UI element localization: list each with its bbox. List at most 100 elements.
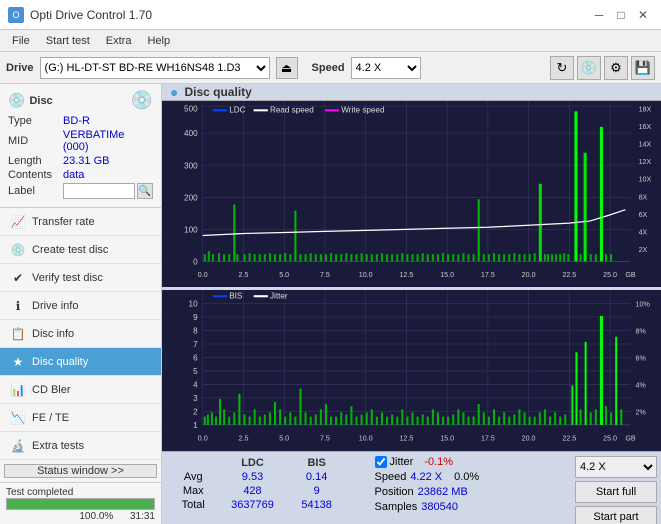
max-label: Max [170,484,216,498]
svg-text:10: 10 [189,300,198,309]
samples-val: 380540 [421,501,458,513]
chart-header-title: Disc quality [184,85,251,99]
svg-text:0: 0 [193,257,198,266]
disc-label-icon-btn[interactable]: 🔍 [137,183,153,199]
avg-label: Avg [170,470,216,484]
speed-label: Speed [312,62,345,74]
svg-text:7.5: 7.5 [320,271,330,279]
refresh-icon-btn[interactable]: ↻ [550,56,574,80]
menu-extra[interactable]: Extra [98,33,140,49]
menu-help[interactable]: Help [139,33,178,49]
nav-cd-bler[interactable]: 📊 CD Bler [0,376,161,404]
drive-select[interactable]: (G:) HL-DT-ST BD-RE WH16NS48 1.D3 [40,57,270,79]
nav-create-test-disc[interactable]: 💿 Create test disc [0,236,161,264]
svg-text:7: 7 [193,340,198,349]
disc-label-row: Label 🔍 [8,183,153,199]
nav-transfer-rate[interactable]: 📈 Transfer rate [0,208,161,236]
titlebar: O Opti Drive Control 1.70 ─ □ ✕ [0,0,661,30]
disc-panel-header: 💿 Disc 💿 [8,90,153,111]
jitter-check-row: Jitter -0.1% [375,456,566,468]
jitter-label: Jitter [390,456,414,468]
svg-text:17.5: 17.5 [481,271,495,279]
svg-text:2: 2 [193,408,198,417]
svg-text:4X: 4X [639,228,648,236]
nav-verify-test-disc[interactable]: ✔ Verify test disc [0,264,161,292]
jitter-max-val: 0.0% [454,471,479,483]
menu-file[interactable]: File [4,33,38,49]
start-part-button[interactable]: Start part [575,506,657,524]
sidebar: 💿 Disc 💿 Type BD-R MID VERBATIMe (000) L… [0,84,162,524]
svg-text:8: 8 [193,327,198,336]
disc-info-icon: 📋 [10,326,26,342]
svg-text:0.0: 0.0 [198,271,208,279]
nav-disc-quality-label: Disc quality [32,356,88,368]
svg-text:20.0: 20.0 [522,271,536,279]
progress-area: Test completed 100.0% 31:31 [0,482,161,524]
progress-time: 31:31 [130,511,155,522]
svg-text:GB: GB [625,271,635,279]
svg-text:500: 500 [184,104,198,113]
speed-select[interactable]: 4.2 X [351,57,421,79]
svg-text:6X: 6X [639,211,648,219]
contents-value: data [63,169,84,181]
create-test-disc-icon: 💿 [10,242,26,258]
svg-text:5: 5 [193,367,198,376]
svg-text:2.5: 2.5 [239,434,249,443]
svg-text:5.0: 5.0 [279,271,289,279]
svg-text:16X: 16X [639,123,652,131]
svg-text:17.5: 17.5 [481,434,495,443]
disc-icon-btn[interactable]: 💿 [577,56,601,80]
svg-text:22.5: 22.5 [562,434,576,443]
extra-tests-icon: 🔬 [10,438,26,454]
speed-select-2[interactable]: 4.2 X [575,456,657,478]
svg-text:12X: 12X [639,158,652,166]
pos-label: Position [375,486,414,498]
svg-text:BIS: BIS [229,292,243,301]
save-icon-btn[interactable]: 💾 [631,56,655,80]
col-header-ldc: LDC [216,456,288,470]
top-chart-svg: 0 100 200 300 400 500 18X 16X 14X 12X 10… [162,101,661,287]
svg-text:6: 6 [193,354,198,363]
svg-text:GB: GB [625,434,635,443]
svg-text:15.0: 15.0 [440,271,454,279]
nav-drive-info[interactable]: ℹ Drive info [0,292,161,320]
nav-disc-info-label: Disc info [32,328,74,340]
svg-text:0.0: 0.0 [198,434,208,443]
avg-ldc: 9.53 [216,470,288,484]
start-full-button[interactable]: Start full [575,481,657,503]
disc-label-input[interactable] [63,183,135,199]
stats-total-row: Total 3637769 54138 [170,498,361,512]
eject-button[interactable]: ⏏ [276,57,298,79]
nav-transfer-rate-label: Transfer rate [32,216,95,228]
nav-disc-quality[interactable]: ★ Disc quality [0,348,161,376]
nav-fe-te[interactable]: 📉 FE / TE [0,404,161,432]
nav-extra-tests-label: Extra tests [32,440,84,452]
menu-start-test[interactable]: Start test [38,33,98,49]
pos-val: 23862 MB [418,486,468,498]
avg-empty [345,470,361,484]
length-value: 23.31 GB [63,155,109,167]
total-ldc: 3637769 [216,498,288,512]
disc-length-row: Length 23.31 GB [8,155,153,167]
nav-extra-tests[interactable]: 🔬 Extra tests [0,432,161,460]
disc-type-row: Type BD-R [8,115,153,127]
maximize-button[interactable]: □ [611,6,631,24]
nav-cd-bler-label: CD Bler [32,384,71,396]
samples-label: Samples [375,501,418,513]
speed-info-val: 4.22 X [410,471,442,483]
svg-text:400: 400 [184,129,198,138]
status-window-button[interactable]: Status window >> [4,464,157,478]
svg-text:5.0: 5.0 [279,434,289,443]
titlebar-left: O Opti Drive Control 1.70 [8,7,152,23]
settings-icon-btn[interactable]: ⚙ [604,56,628,80]
nav-disc-info[interactable]: 📋 Disc info [0,320,161,348]
minimize-button[interactable]: ─ [589,6,609,24]
nav-items: 📈 Transfer rate 💿 Create test disc ✔ Ver… [0,208,161,460]
svg-text:Jitter: Jitter [270,292,288,301]
nav-fe-te-label: FE / TE [32,412,69,424]
svg-text:20.0: 20.0 [522,434,536,443]
jitter-checkbox[interactable] [375,456,387,468]
close-button[interactable]: ✕ [633,6,653,24]
top-chart-wrapper: 0 100 200 300 400 500 18X 16X 14X 12X 10… [162,101,661,287]
svg-text:8%: 8% [636,327,647,336]
